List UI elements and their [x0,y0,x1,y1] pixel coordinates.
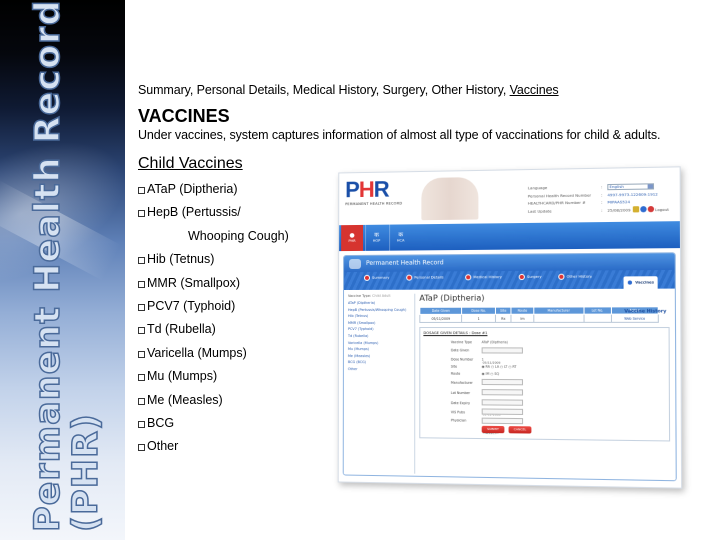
route-radio-group[interactable]: ◉ IM ○ SQ [482,372,499,376]
tab-surgery[interactable]: Surgery [518,273,542,281]
square-bullet-icon [138,280,145,288]
square-bullet-icon [138,420,145,428]
phr-panel: Permanent Health Record Summary Personal… [342,252,677,482]
app-header: PHR PERMANENT HEALTH RECORD Language: Eng… [339,167,680,226]
dose-details-heading: DOSAGE GIVEN DETAILS : Dose #1 [423,331,488,336]
vaccine-item: MMR (Smallpox) [138,276,289,299]
health-card-number: MIPAAS524 [607,199,631,205]
vaccine-history-link[interactable]: Vaccine History [624,309,666,314]
vertical-title-line2: (PHR) [65,412,107,532]
section-tabs: Summary Personal Details Medical History… [344,269,675,291]
tab-icon [626,279,634,286]
vaccine-item: PCV7 (Typhoid) [138,299,289,322]
square-bullet-icon [138,397,145,405]
top-nav-tab-phr[interactable]: ● PHR [341,224,364,252]
vertical-title-line1: Permanent Health Record [27,0,69,533]
vaccine-item: ATaP (Diptheria) [138,182,289,205]
section-title: Child Vaccines [138,155,243,172]
vis-pubs-input[interactable] [481,408,524,415]
phr-number: 4997-9973-122609-1912 [607,191,658,198]
cancel-button[interactable]: CANCEL [508,426,532,434]
app-screenshot: PHR PERMANENT HEALTH RECORD Language: Eng… [337,166,683,489]
tab-medical-history[interactable]: Medical History [465,274,502,281]
manufacturer-input[interactable] [481,378,524,386]
vaccine-item: Hib (Tetnus) [138,252,289,275]
description: Under vaccines, system captures informat… [138,128,661,142]
dose-table-row[interactable]: 05/11/2009 1 Rx Im Web Service [419,314,659,323]
square-bullet-icon [138,210,145,218]
phr-logo: PHR PERMANENT HEALTH RECORD [345,176,403,207]
square-bullet-icon [138,257,145,265]
site-radio-group[interactable]: ◉ RA ○ LA ○ LT ○ RT [482,365,517,369]
breadcrumb-item-medical-history[interactable]: Medical History, [293,83,383,97]
vaccine-item: Me (Measles) [138,393,289,416]
lot-number-input[interactable] [481,389,524,396]
physician-select[interactable]: --SELECT-- [481,417,524,435]
people-icon [349,258,362,269]
vaccine-item: BCG [138,416,289,439]
user-info: Language: English Personal Health Record … [527,183,669,214]
logout-link[interactable]: Logout [655,207,669,212]
date-given-input[interactable]: 05/11/2009 [481,347,523,365]
panel-body: Vaccine Type: Child Adult ATaP (Diptheri… [343,288,676,482]
dose-details-form: DOSAGE GIVEN DETAILS : Dose #1 Vaccine T… [419,327,671,442]
tab-icon [558,273,565,280]
vaccine-item: Td (Rubella) [138,322,289,345]
tab-icon [518,273,525,281]
tab-icon [363,274,371,281]
breadcrumb-item-personal-details[interactable]: Personal Details, [197,83,293,97]
date-expiry-input[interactable]: 01-12-2010 [481,399,524,417]
vaccine-main: ATaP (Diptheria) Vaccine History Date Gi… [414,292,672,479]
page-title: VACCINES [138,106,230,126]
family-photo [421,177,479,221]
square-bullet-icon [138,350,145,358]
vaccine-item-continued: Whooping Cough) [188,228,289,243]
language-select[interactable]: English [607,183,655,190]
vaccine-type-adult-radio[interactable]: Adult [382,294,391,298]
breadcrumb-item-other-history[interactable]: Other History, [431,83,509,97]
breadcrumb-item-summary[interactable]: Summary, [138,83,197,97]
tab-vaccines[interactable]: Vaccines [623,276,658,289]
tab-summary[interactable]: Summary [363,274,389,281]
square-bullet-icon [138,187,145,194]
help-icon[interactable] [640,206,647,213]
vaccine-item: Mu (Mumps) [138,369,289,392]
submit-button[interactable]: SUBMIT [481,425,505,434]
top-nav-tab-hca[interactable]: क HCA [389,224,412,251]
vaccine-sidebar: Vaccine Type: Child Adult ATaP (Diptheri… [348,294,408,374]
vaccine-type-child-radio[interactable]: Child [372,294,381,298]
top-nav-tab-hop[interactable]: क HOP [365,224,388,251]
vaccine-title: ATaP (Diptheria) [419,293,485,303]
vaccine-item: Other [138,439,289,462]
breadcrumb-item-vaccines[interactable]: Vaccines [510,83,559,97]
tab-icon [406,274,413,281]
vaccine-list: ATaP (Diptheria) HepB (Pertussis/ Whoopi… [138,182,289,463]
web-service-link[interactable]: Web Service [624,316,645,320]
vertical-title: Permanent Health Record (PHR) [0,0,125,540]
sidebar-vaccine-link[interactable]: Other [348,367,408,374]
square-bullet-icon [138,327,145,335]
last-update-value: 25/08/2009 [607,207,631,213]
top-nav: ● PHR क HOP क HCA [339,221,680,252]
dose-table: Date Given Dose No. Site Route Manufactu… [419,306,659,323]
sidebar-vaccine-link[interactable]: MMR (Smallpox) [348,321,408,328]
tab-personal-details[interactable]: Personal Details [406,274,444,281]
square-bullet-icon [138,444,145,452]
tab-icon [465,274,472,281]
vaccine-item: HepB (Pertussis/ [138,205,289,228]
breadcrumb: Summary, Personal Details, Medical Histo… [138,83,559,97]
breadcrumb-item-surgery[interactable]: Surgery, [383,83,432,97]
key-icon[interactable] [632,206,640,213]
tab-other-history[interactable]: Other History [558,273,592,280]
square-bullet-icon [138,303,145,311]
square-bullet-icon [138,374,145,382]
power-icon[interactable] [647,206,654,213]
vaccine-type-selector: Vaccine Type: Child Adult [348,293,391,298]
vaccine-item: Varicella (Mumps) [138,346,289,369]
side-banner: Permanent Health Record (PHR) [0,0,125,540]
phr-panel-header: Permanent Health Record [344,253,675,273]
